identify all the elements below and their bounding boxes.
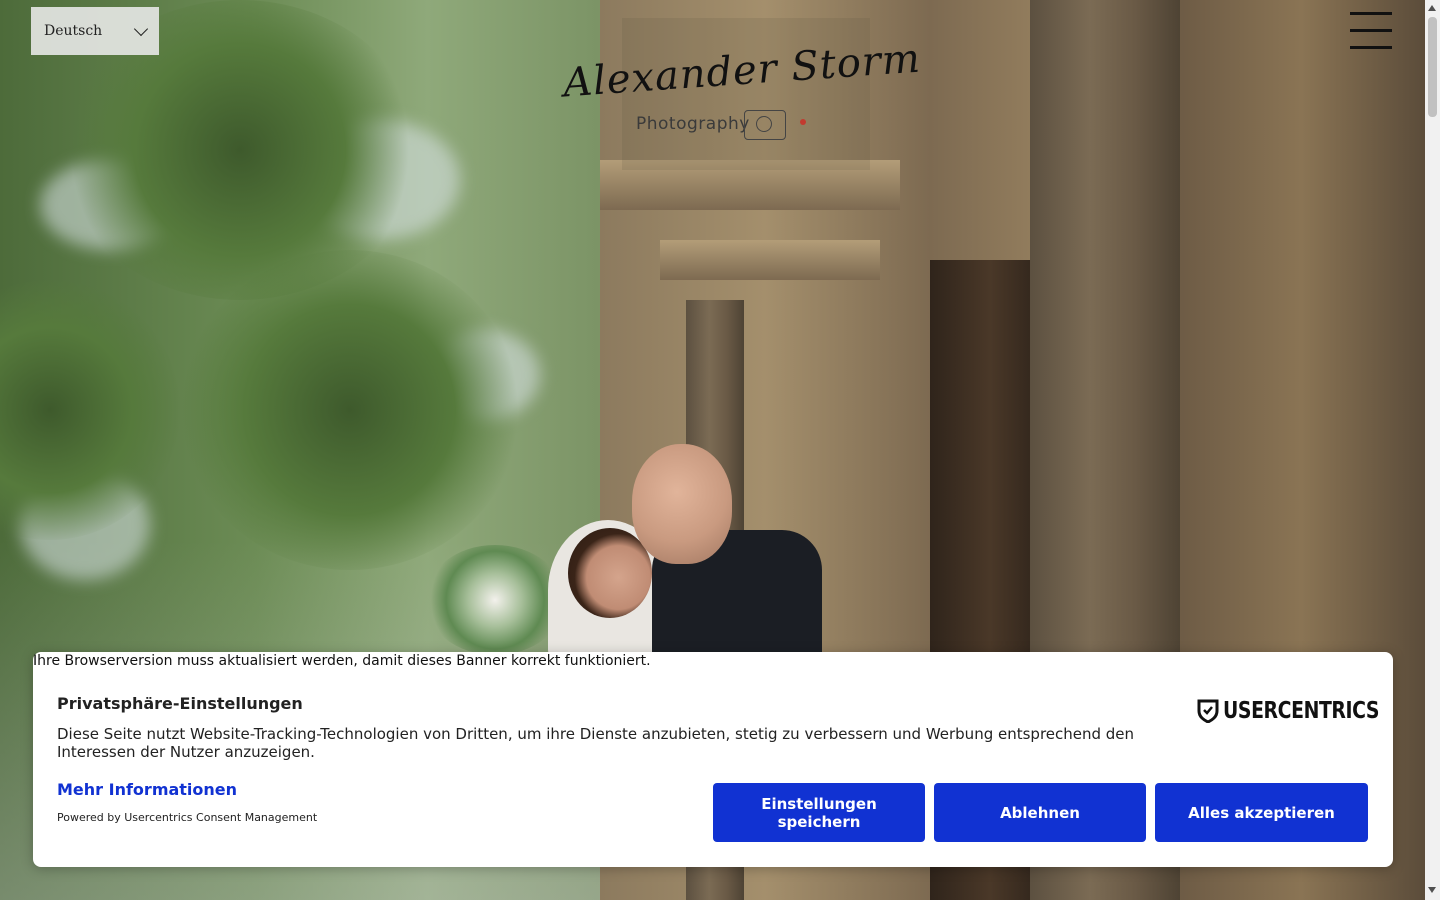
foliage bbox=[0, 280, 180, 540]
camera-icon bbox=[744, 110, 786, 140]
cornice bbox=[660, 240, 880, 280]
hamburger-line bbox=[1350, 29, 1392, 32]
consent-banner: Privatsphäre-Einstellungen Diese Seite n… bbox=[33, 652, 1393, 867]
bouquet bbox=[425, 545, 565, 655]
powered-by-text: Powered by Usercentrics Consent Manageme… bbox=[57, 811, 318, 824]
usercentrics-shield-icon bbox=[1197, 699, 1219, 723]
scrollbar-thumb[interactable] bbox=[1428, 17, 1437, 117]
page-scrollbar[interactable] bbox=[1425, 0, 1440, 900]
scroll-up-arrow-icon[interactable] bbox=[1428, 5, 1436, 11]
consent-description: Diese Seite nutzt Website-Tracking-Techn… bbox=[57, 725, 1135, 761]
usercentrics-logo: USERCENTRICS bbox=[1197, 698, 1413, 724]
browser-update-warning: Ihre Browserversion muss aktualisiert we… bbox=[33, 653, 651, 669]
save-settings-button[interactable]: Einstellungen speichern bbox=[713, 783, 925, 842]
language-select-value: Deutsch bbox=[44, 23, 103, 39]
foliage bbox=[180, 250, 520, 570]
more-info-link[interactable]: Mehr Informationen bbox=[57, 780, 237, 799]
accept-all-button[interactable]: Alles akzeptieren bbox=[1155, 783, 1368, 842]
consent-title: Privatsphäre-Einstellungen bbox=[57, 694, 303, 713]
hamburger-line bbox=[1350, 12, 1392, 15]
deny-button[interactable]: Ablehnen bbox=[934, 783, 1146, 842]
language-select[interactable]: Deutsch bbox=[31, 7, 159, 55]
chevron-down-icon bbox=[133, 21, 149, 36]
logo-dot bbox=[800, 119, 806, 125]
hamburger-line bbox=[1350, 46, 1392, 49]
usercentrics-wordmark: USERCENTRICS bbox=[1223, 698, 1380, 724]
groom bbox=[632, 444, 732, 564]
logo-subtitle: Photography bbox=[636, 114, 750, 134]
site-logo[interactable]: Alexander Storm Photography bbox=[562, 18, 922, 170]
scroll-down-arrow-icon[interactable] bbox=[1428, 887, 1436, 893]
hamburger-menu-icon[interactable] bbox=[1350, 12, 1392, 50]
